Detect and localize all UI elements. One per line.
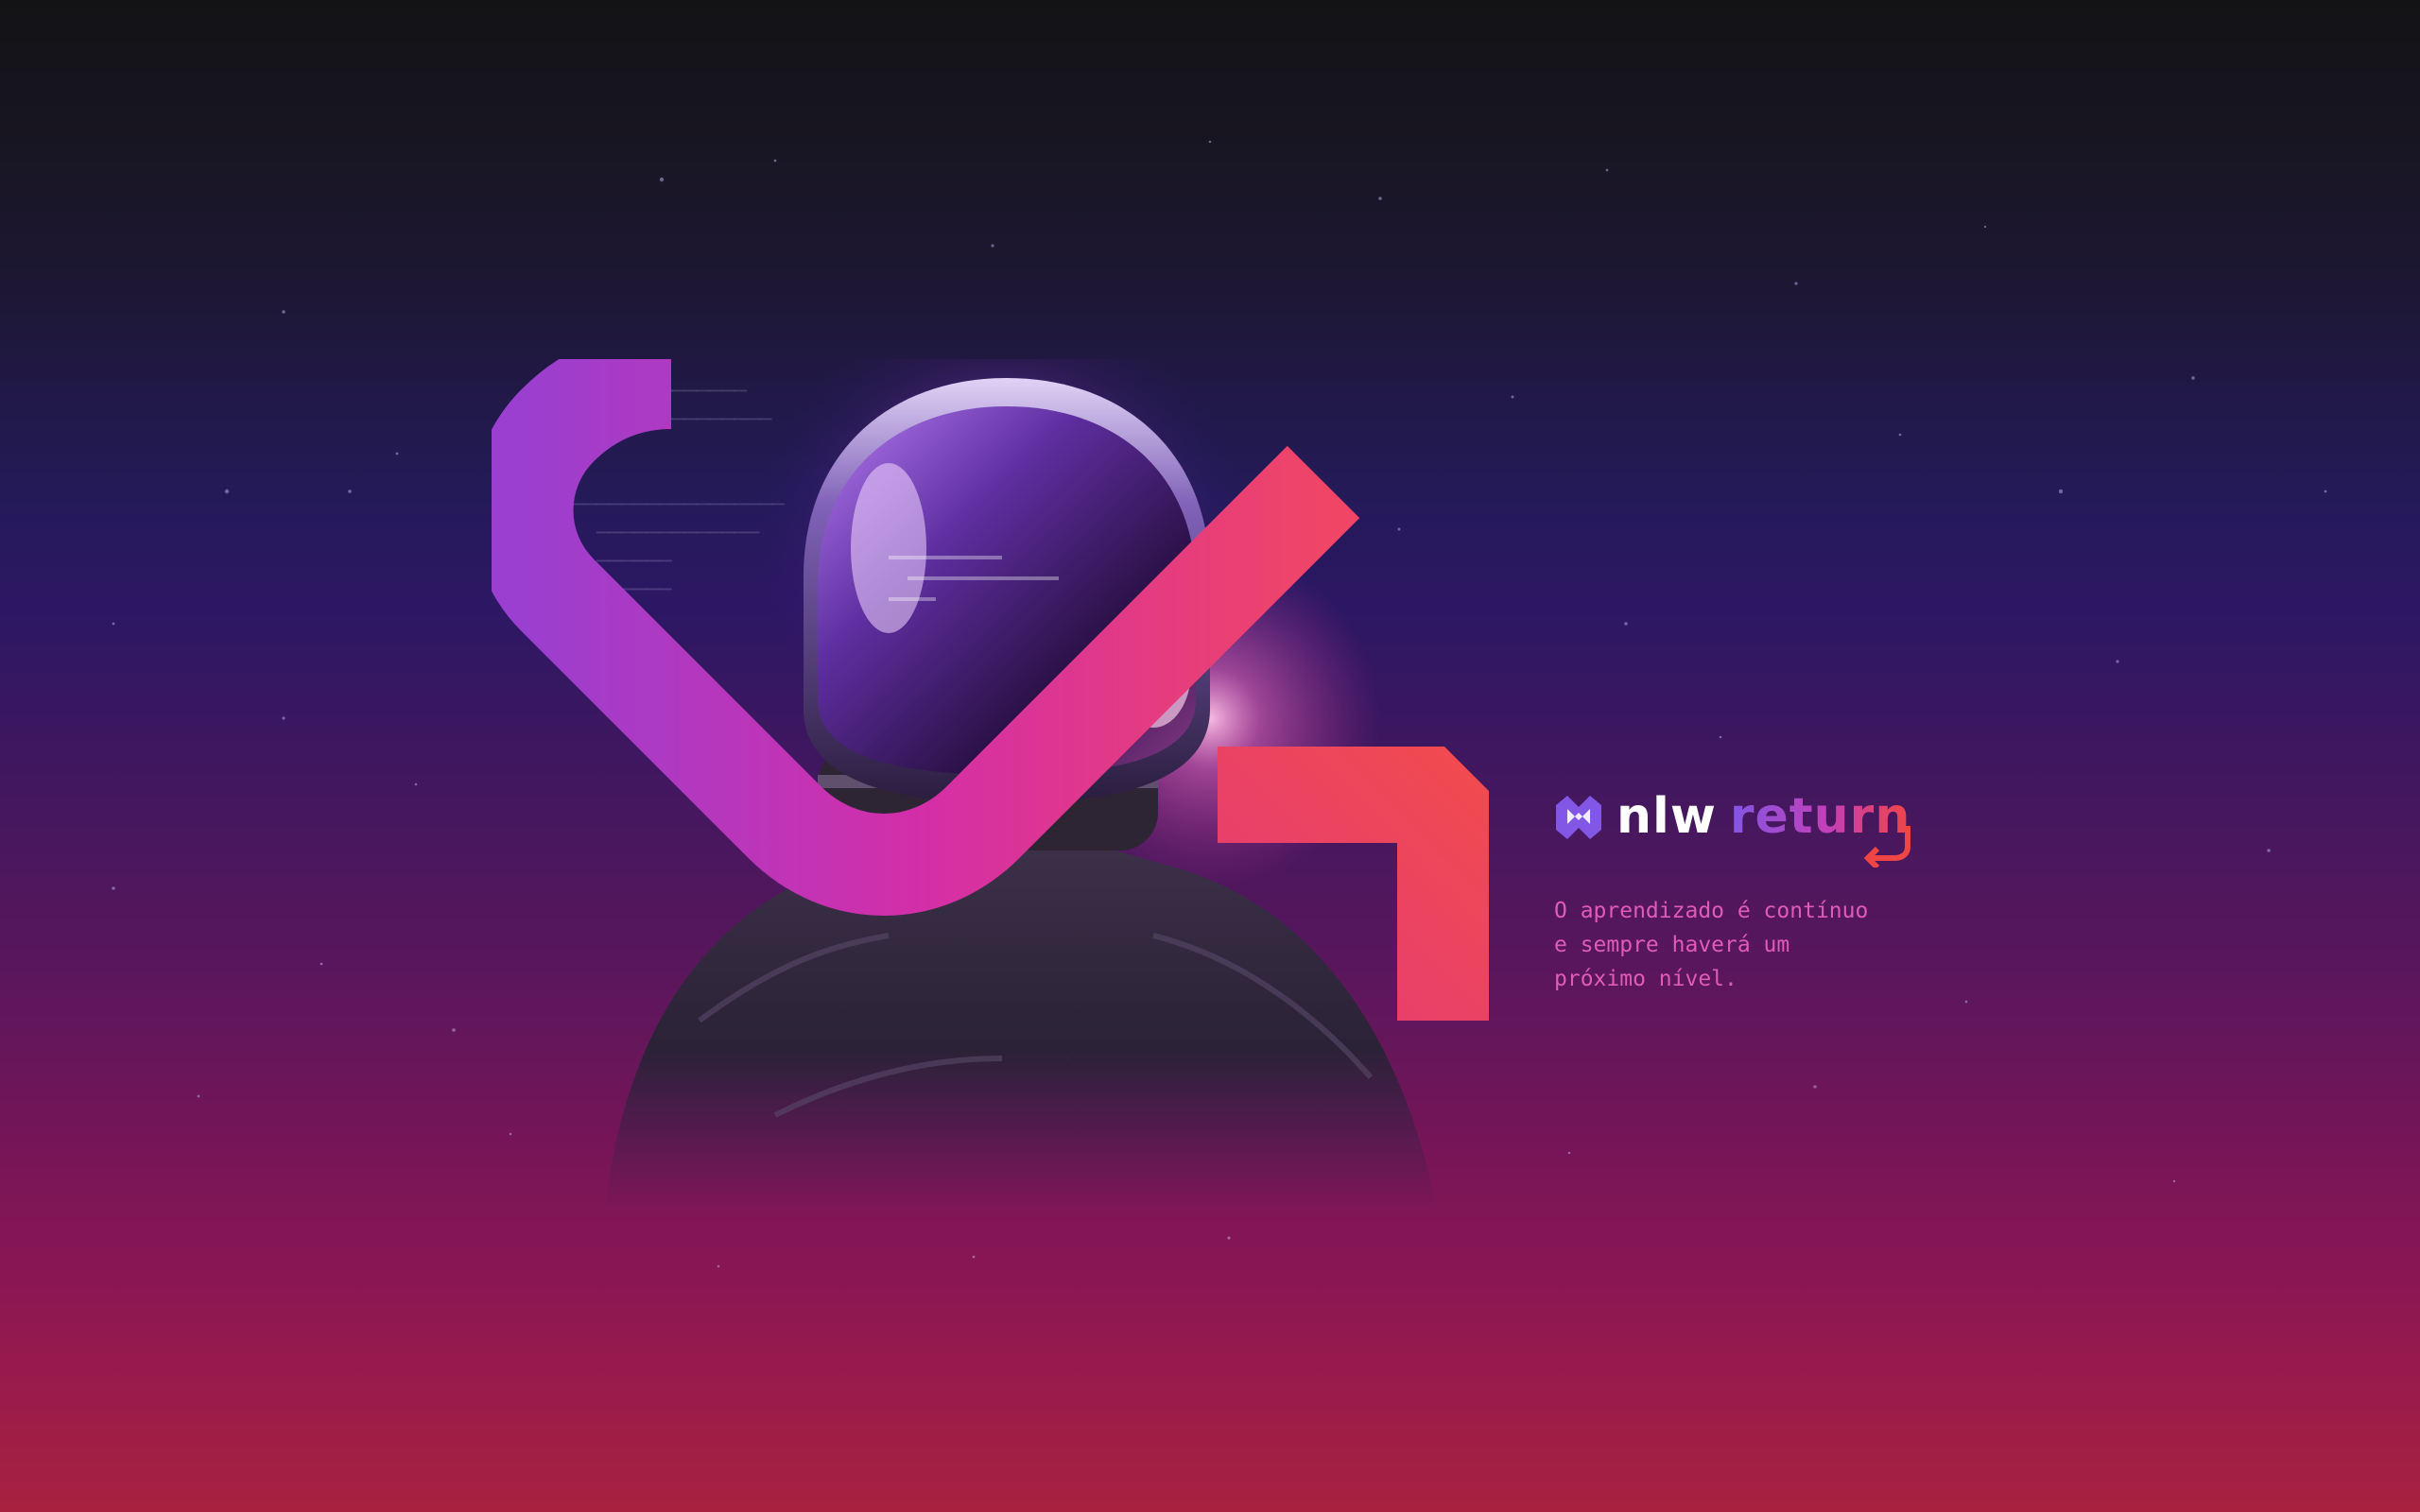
tagline: O aprendizado é contínuo e sempre haverá… xyxy=(1554,894,1951,996)
tagline-line-3: próximo nível. xyxy=(1554,967,1737,991)
logo-text-main: nlw xyxy=(1616,788,1717,845)
astronaut-suit xyxy=(605,850,1437,1210)
hero-illustration xyxy=(492,359,1489,1210)
logo-return-arrow-icon xyxy=(1863,826,1910,868)
brand-block: nlw return O aprendizado é contínuo e se… xyxy=(1554,788,1951,996)
tagline-line-2: e sempre haverá um xyxy=(1554,933,1790,957)
hero-banner: ─────────── ───────────── }; ───────────… xyxy=(0,0,2420,1512)
tagline-line-1: O aprendizado é contínuo xyxy=(1554,899,1869,923)
nlw-rocketseat-logo-icon xyxy=(1556,796,1601,839)
